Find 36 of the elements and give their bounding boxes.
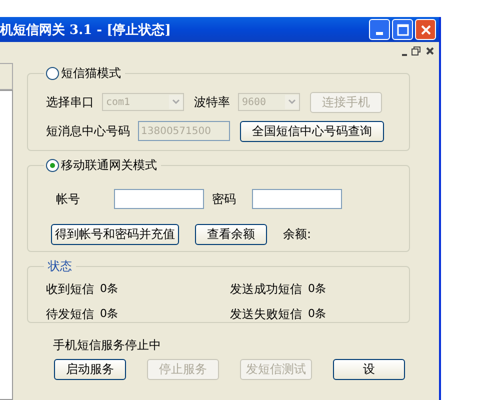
action-button[interactable]: 启动服务: [54, 359, 126, 380]
field-label: 密码: [211, 190, 237, 208]
status-value: 0条: [100, 306, 118, 322]
field-label: 帐号: [56, 190, 81, 208]
minimize-button[interactable]: [369, 19, 390, 40]
status-value: 0条: [308, 306, 326, 322]
radio-button[interactable]: [46, 67, 59, 80]
balance-label: 余额:: [283, 226, 312, 242]
balance-button[interactable]: 查看余额: [195, 224, 267, 244]
close-button[interactable]: [415, 19, 436, 40]
service-status: 手机短信服务停止中: [53, 337, 162, 354]
recharge-button[interactable]: 得到帐号和密码并充值: [51, 224, 179, 244]
maximize-icon: [396, 24, 408, 36]
action-button[interactable]: 设: [333, 359, 405, 380]
input-field[interactable]: [114, 189, 204, 209]
radio-button[interactable]: [46, 159, 59, 172]
radio-option[interactable]: 移动联通网关模式: [46, 157, 157, 174]
radio-option[interactable]: 短信猫模式: [46, 65, 121, 82]
status-label: 待发短信: [46, 306, 94, 323]
field-label: 波特率: [194, 94, 230, 110]
window-title: 机短信网关 3.1 - [停止状态]: [0, 22, 171, 38]
minimize-icon: [376, 32, 383, 35]
status-label: 收到短信: [46, 281, 94, 298]
maximize-button[interactable]: [392, 19, 413, 40]
restore-icon[interactable]: [411, 45, 421, 57]
status-value: 0条: [100, 281, 118, 297]
group-title: 状态: [47, 258, 73, 275]
input-field[interactable]: [252, 189, 342, 209]
close-icon: [420, 24, 432, 36]
status-label: 发送失败短信: [230, 306, 302, 323]
query-button[interactable]: 全国短信中心号码查询: [240, 120, 384, 142]
status-value: 0条: [308, 281, 326, 297]
close-icon[interactable]: [425, 45, 435, 57]
field-label: 短消息中心号码: [46, 122, 130, 140]
field-label: 选择串口: [46, 94, 94, 110]
status-label: 发送成功短信: [230, 281, 302, 298]
